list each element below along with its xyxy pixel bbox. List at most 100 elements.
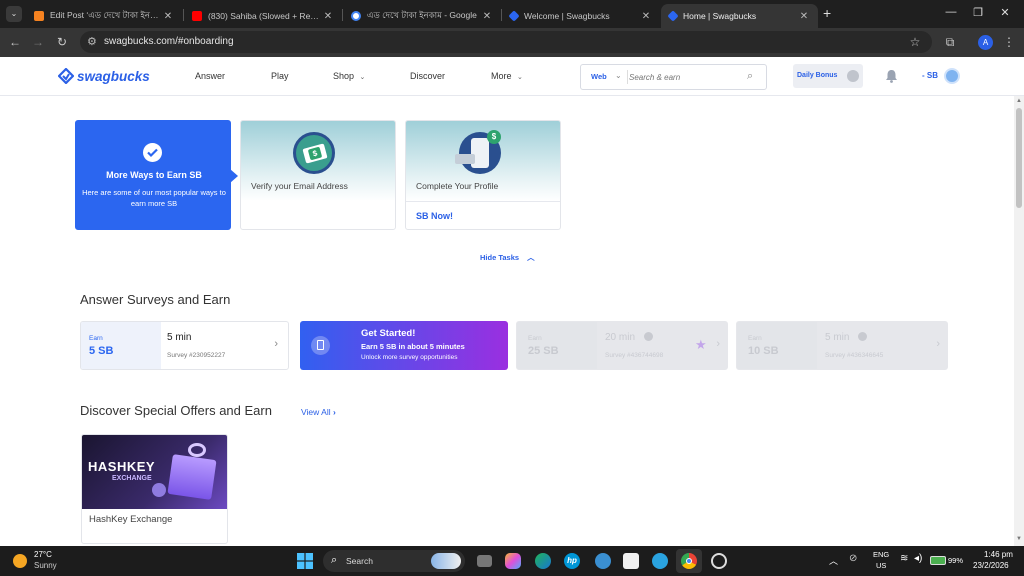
sb-now-link[interactable]: SB Now! [416,211,453,221]
scroll-up-arrow[interactable]: ▲ [1016,98,1022,104]
chevron-down-icon[interactable]: ⌄ [615,71,622,80]
chatgpt-icon[interactable] [711,553,727,569]
offer-card[interactable]: HASHKEY EXCHANGE HashKey Exchange [81,434,228,544]
view-all-link[interactable]: View All › [301,407,336,417]
survey-card: Earn 10 SB 5 min Survey #436346645 › [736,321,948,370]
swagbucks-icon [667,10,679,22]
browser-menu-icon[interactable]: ⋮ [1002,35,1016,49]
show-hidden-icons[interactable]: ︿ [829,554,838,567]
clipboard-icon [311,336,330,355]
wifi-icon[interactable]: ≋ [900,553,908,564]
survey-id: Survey #436744698 [605,352,664,359]
nav-answer[interactable]: Answer [195,71,225,81]
search-input[interactable] [629,70,739,85]
forward-icon[interactable]: → [31,35,45,49]
page-scrollbar[interactable]: ▲ ▼ [1014,96,1024,546]
card-label: Verify your Email Address [251,181,348,191]
reload-icon[interactable]: ↻ [55,35,69,49]
edge-icon[interactable] [535,553,551,569]
profile-avatar[interactable]: A [978,35,993,50]
new-tab-button[interactable]: + [823,5,831,21]
verify-email-card[interactable]: $ Verify your Email Address [240,120,396,230]
account-avatar[interactable] [944,68,960,84]
browser-tab-google[interactable]: এড দেখে টাকা ইনকাম - Google ✕ [343,4,501,28]
start-button[interactable] [297,553,313,569]
card-divider [406,201,560,202]
weather-temp[interactable]: 27°C [34,550,52,559]
weather-condition[interactable]: Sunny [34,561,57,570]
close-tab-icon[interactable]: ✕ [798,11,810,22]
hp-icon[interactable]: hp [564,553,580,569]
close-tab-icon[interactable]: ✕ [640,11,652,22]
store-icon[interactable] [623,553,639,569]
get-started-banner[interactable]: Get Started! Earn 5 SB in about 5 minute… [300,321,508,370]
clock-date[interactable]: 23/2/2026 [973,561,1009,570]
nav-more[interactable]: More ⌄ [491,71,523,81]
restore-icon[interactable]: ❐ [971,6,985,19]
weather-icon[interactable] [13,554,27,568]
browser-tab-edit-post[interactable]: Edit Post ‘এড দেখে টাকা ইনকাম ✕ [26,4,182,28]
nav-play[interactable]: Play [271,71,289,81]
app-icon[interactable] [595,553,611,569]
battery-icon[interactable] [930,556,946,565]
chevron-up-icon: ︿ [527,253,535,262]
survey-earn-label: Earn [528,335,542,342]
hide-tasks-toggle[interactable]: Hide Tasks ︿ [480,252,535,263]
battery-percent[interactable]: 99% [948,556,963,565]
chrome-icon[interactable] [676,549,702,573]
survey-duration-label: 5 min [825,332,850,343]
hide-tasks-label: Hide Tasks [480,253,520,262]
nav-discover[interactable]: Discover [410,71,445,81]
close-tab-icon[interactable]: ✕ [162,11,174,22]
back-icon[interactable]: ← [8,35,22,49]
sb-balance[interactable]: - SB [922,71,938,80]
nav-more-label: More [491,71,512,81]
complete-profile-card[interactable]: $ Complete Your Profile SB Now! [405,120,561,230]
search-icon[interactable]: ⌕ [747,70,753,83]
close-tab-icon[interactable]: ✕ [481,11,493,22]
location-off-icon[interactable]: ⊘ [849,553,857,564]
swagbucks-icon [508,10,520,22]
more-ways-to-earn-card[interactable]: More Ways to Earn SB Here are some of ou… [75,120,238,230]
tab-search-button[interactable]: ⌄ [6,6,22,22]
browser-tab-welcome-swagbucks[interactable]: Welcome | Swagbucks ✕ [502,4,660,28]
address-bar[interactable]: ⚙ swagbucks.com/#onboarding [80,31,932,53]
survey-earn-label: Earn [89,335,103,342]
telegram-icon[interactable] [652,553,668,569]
scrollbar-thumb[interactable] [1016,108,1022,208]
clock-time[interactable]: 1:46 pm [984,550,1013,559]
language-indicator-top[interactable]: ENG [873,550,889,559]
extensions-icon[interactable]: ⧉ [943,35,957,50]
close-tab-icon[interactable]: ✕ [322,11,334,22]
survey-duration: 5 min [825,332,868,343]
survey-card: Earn 25 SB 20 min Survey #436744698 ★ › [516,321,728,370]
survey-id: Survey #230952227 [167,352,226,359]
survey-sb-value: 25 SB [528,345,559,357]
offer-logo-text: HASHKEY [88,459,156,474]
nav-shop[interactable]: Shop ⌄ [333,71,365,81]
blogger-icon [34,11,44,21]
copilot-icon[interactable] [505,553,521,569]
offers-heading: Discover Special Offers and Earn [80,403,272,418]
site-info-icon[interactable]: ⚙ [87,35,97,48]
bell-icon[interactable] [885,69,898,88]
browser-tab-strip: ⌄ Edit Post ‘এড দেখে টাকা ইনকাম ✕ (830) … [0,0,1024,28]
close-window-icon[interactable]: ✕ [998,6,1012,19]
browser-tab-home-swagbucks[interactable]: Home | Swagbucks ✕ [661,4,818,28]
bookmark-star-icon[interactable]: ☆ [908,35,922,49]
minimize-icon[interactable]: — [944,6,958,18]
volume-icon[interactable]: ◂) [914,553,922,564]
daily-bonus-label: Daily Bonus [797,72,838,79]
scroll-down-arrow[interactable]: ▼ [1016,536,1022,542]
search-scope-select[interactable]: Web [591,72,607,81]
swagbucks-logo[interactable]: swagbucks [58,68,150,84]
task-view-icon[interactable] [477,555,492,567]
language-indicator-bottom[interactable]: US [876,561,886,570]
search-highlight-icon [431,553,461,569]
get-started-line1: Earn 5 SB in about 5 minutes [361,342,465,351]
survey-card[interactable]: Earn 5 SB 5 min Survey #230952227 › [80,321,289,370]
browser-tab-youtube[interactable]: (830) Sahiba (Slowed + Reverb) ✕ [184,4,342,28]
taskbar-search[interactable]: ⌕ Search [323,550,465,572]
chevron-right-icon: › [716,338,720,350]
daily-bonus-button[interactable]: Daily Bonus [793,64,863,88]
